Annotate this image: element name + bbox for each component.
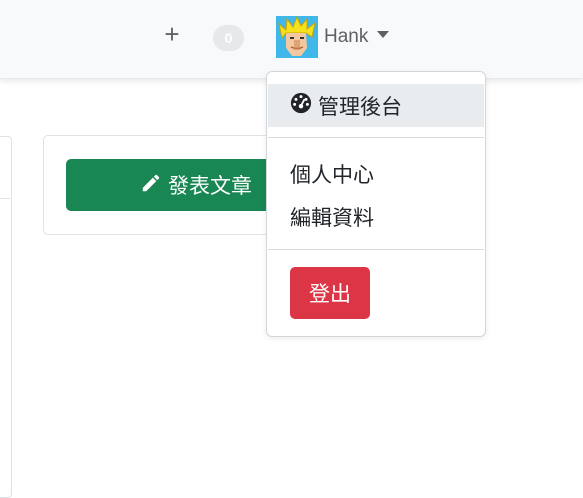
post-article-label: 發表文章 [168,174,252,198]
menu-item-admin-label: 管理後台 [318,94,402,119]
pencil-icon [140,172,162,199]
menu-item-profile-label: 個人中心 [290,162,374,187]
menu-item-admin[interactable]: 管理後台 [268,84,484,127]
menu-item-profile[interactable]: 個人中心 [268,152,484,195]
side-card-divider [0,198,10,199]
menu-item-edit-profile[interactable]: 編輯資料 [268,195,484,238]
logout-button[interactable]: 登出 [290,267,370,319]
username: Hank [324,26,369,47]
user-dropdown-menu: 管理後台 個人中心 編輯資料 登出 [266,71,486,337]
dropdown-divider [268,249,484,250]
add-icon[interactable]: + [160,20,184,48]
chevron-down-icon [377,30,390,38]
dashboard-icon [290,92,318,119]
notification-badge[interactable]: 0 [213,25,244,51]
logout-label: 登出 [309,282,351,306]
menu-item-edit-label: 編輯資料 [290,205,374,230]
user-menu-toggle[interactable]: Hank [276,15,390,59]
dropdown-divider [268,137,484,138]
avatar [276,16,318,58]
top-navbar: + 0 Hank [0,0,583,79]
side-card [0,136,12,498]
